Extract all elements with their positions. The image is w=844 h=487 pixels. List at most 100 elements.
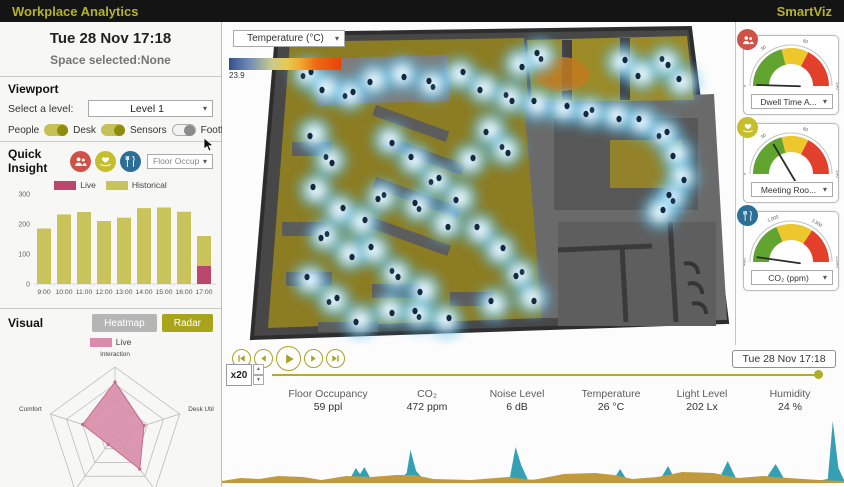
insight-icon-group — [70, 150, 141, 172]
speed-increase-button[interactable]: ▲ — [253, 364, 264, 375]
bar-historical-14:00[interactable] — [137, 208, 151, 284]
overlay-metric-dropdown[interactable]: Temperature (°C) ▾ — [233, 30, 345, 47]
chevron-down-icon: ▾ — [202, 104, 207, 113]
chevron-down-icon: ▾ — [202, 156, 207, 166]
timeline-timestamp-chip: Tue 28 Nov 17:18 — [732, 350, 836, 368]
bar-historical-9:00[interactable] — [37, 228, 51, 285]
chevron-down-icon: ▾ — [334, 34, 339, 43]
gauge-dial: 4001,000 1,5002,000 — [742, 214, 841, 268]
toggle-desk[interactable] — [100, 124, 125, 136]
legend-label: Historical — [131, 180, 167, 190]
toggle-sensors[interactable] — [171, 124, 196, 136]
visual-title: Visual — [8, 316, 44, 330]
live-legend-swatch — [89, 337, 112, 347]
svg-text:100: 100 — [836, 82, 839, 90]
gauge-card-0: 0 30 60 100 Dwell Time A... ▾ — [737, 29, 841, 115]
quick-insight-title: Quick Insight — [8, 147, 48, 175]
app-title: Workplace Analytics — [12, 3, 139, 19]
heat-scale-gradient — [229, 58, 341, 70]
gauges-rail: 0 30 60 100 Dwell Time A... ▾ 0 30 60 100 Meeting … — [737, 22, 844, 322]
gauge-metric-dropdown[interactable]: CO₂ (ppm) ▾ — [751, 270, 833, 285]
area-series-historical-baseline — [222, 472, 844, 483]
legend-item-live: Live — [54, 180, 96, 190]
space-selected-label: Space selected:None — [50, 53, 171, 67]
bar-historical-15:00[interactable] — [157, 207, 171, 285]
main-panel: Temperature (°C) ▾ 23.9 x20 ▲ ▼ Tue 28 N… — [222, 22, 844, 487]
live-legend-label: Live — [115, 337, 132, 347]
svg-text:60: 60 — [802, 126, 809, 132]
heart-hand-icon — [737, 117, 758, 138]
toggle-people[interactable] — [44, 124, 69, 136]
radar-button[interactable]: Radar — [161, 314, 213, 332]
brand-logo: SmartViz — [776, 3, 832, 19]
bar-historical-17:00[interactable] — [197, 236, 211, 266]
gauge-metric-dropdown[interactable]: Dwell Time A... ▾ — [751, 94, 833, 109]
bar-historical-13:00[interactable] — [117, 217, 131, 284]
select-level-label: Select a level: — [8, 102, 74, 115]
svg-text:1,000: 1,000 — [767, 214, 780, 223]
svg-text:60: 60 — [802, 38, 809, 44]
svg-text:0: 0 — [26, 282, 30, 289]
bar-historical-16:00[interactable] — [177, 211, 191, 284]
svg-text:400: 400 — [744, 258, 747, 266]
svg-text:100: 100 — [18, 252, 30, 259]
timeline-handle[interactable] — [814, 370, 823, 379]
gauge-metric-dropdown-value: Dwell Time A... — [760, 96, 817, 107]
chevron-down-icon: ▾ — [822, 273, 827, 282]
gauge-metric-dropdown[interactable]: Meeting Roo... ▾ — [751, 182, 833, 197]
speed-decrease-button[interactable]: ▼ — [253, 374, 264, 385]
speed-value[interactable]: x20 — [226, 364, 252, 386]
gauge-dial: 0 30 60 100 — [742, 38, 841, 90]
svg-text:11:00: 11:00 — [76, 289, 93, 296]
svg-text:2,000: 2,000 — [836, 256, 839, 268]
level-dropdown-value: Level 1 — [130, 102, 164, 115]
occupancy-bar-chart: 30020010009:00 10:00 11:00 12:00 13:00 14:00 1… — [18, 192, 216, 296]
people-icon[interactable] — [70, 150, 91, 172]
radar-live-polygon — [81, 381, 145, 471]
insight-metric-dropdown[interactable]: Floor Occup... ▾ — [147, 153, 213, 169]
utensils-icon[interactable] — [120, 150, 141, 172]
step-forward-button[interactable] — [304, 349, 323, 368]
radar-chart: InteractionDesk UtilMeeting Room UtilLoa… — [19, 351, 214, 487]
toggle-knob — [113, 124, 125, 136]
svg-text:0: 0 — [744, 172, 747, 175]
toggle-knob — [57, 124, 69, 136]
top-header-bar: Workplace Analytics SmartViz — [0, 0, 844, 22]
bar-historical-10:00[interactable] — [57, 214, 71, 284]
svg-text:200: 200 — [18, 222, 30, 229]
svg-text:30: 30 — [760, 44, 767, 51]
bar-live-17:00[interactable] — [197, 266, 211, 284]
skip-end-button[interactable] — [326, 349, 345, 368]
floorplan-viewport[interactable]: Temperature (°C) ▾ 23.9 — [222, 22, 736, 345]
level-dropdown[interactable]: Level 1 ▾ — [88, 100, 213, 117]
svg-text:9:00: 9:00 — [37, 289, 50, 296]
sidebar: Tue 28 Nov 17:18 Space selected:None Vie… — [0, 22, 263, 487]
toggle-knob — [183, 124, 195, 136]
svg-text:15:00: 15:00 — [155, 289, 172, 296]
metric-humidity: Humidity 24 % — [735, 388, 844, 413]
overlay-metric-dropdown-value: Temperature (°C) — [247, 33, 324, 44]
legend-swatch — [105, 180, 128, 190]
viewport-section: Viewport Select a level: Level 1 ▾ Peopl… — [0, 77, 263, 152]
heart-hand-icon[interactable] — [95, 150, 116, 172]
bar-historical-12:00[interactable] — [97, 221, 111, 284]
gauge-metric-dropdown-value: Meeting Roo... — [760, 184, 817, 195]
utensils-icon — [737, 205, 758, 226]
heat-scale: 23.9 — [229, 58, 341, 80]
heatmap-button[interactable]: Heatmap — [92, 314, 157, 332]
legend-swatch — [54, 180, 77, 190]
bar-historical-11:00[interactable] — [77, 212, 91, 284]
chevron-down-icon: ▾ — [822, 185, 827, 194]
live-metrics-row: Floor Occupancy 59 ppl CO₂ 472 ppm Noise Lev… — [222, 388, 844, 414]
gauge-card-2: 400 1,000 1,500 2,000 CO₂ (ppm) ▾ — [737, 205, 841, 291]
timeline-track[interactable] — [272, 374, 820, 376]
area-series-live-activity — [222, 421, 844, 483]
metric-label: Humidity — [769, 388, 811, 400]
play-button[interactable] — [276, 346, 301, 371]
radar-chart-legend: Live — [8, 337, 213, 347]
toggle-label-sensors: Sensors — [129, 124, 167, 136]
metric-floor-occupancy: Floor Occupancy 59 ppl — [273, 388, 383, 413]
current-datetime: Tue 28 Nov 17:18 — [49, 30, 172, 47]
gauge-needle — [756, 84, 801, 88]
svg-text:16:00: 16:00 — [175, 289, 192, 296]
